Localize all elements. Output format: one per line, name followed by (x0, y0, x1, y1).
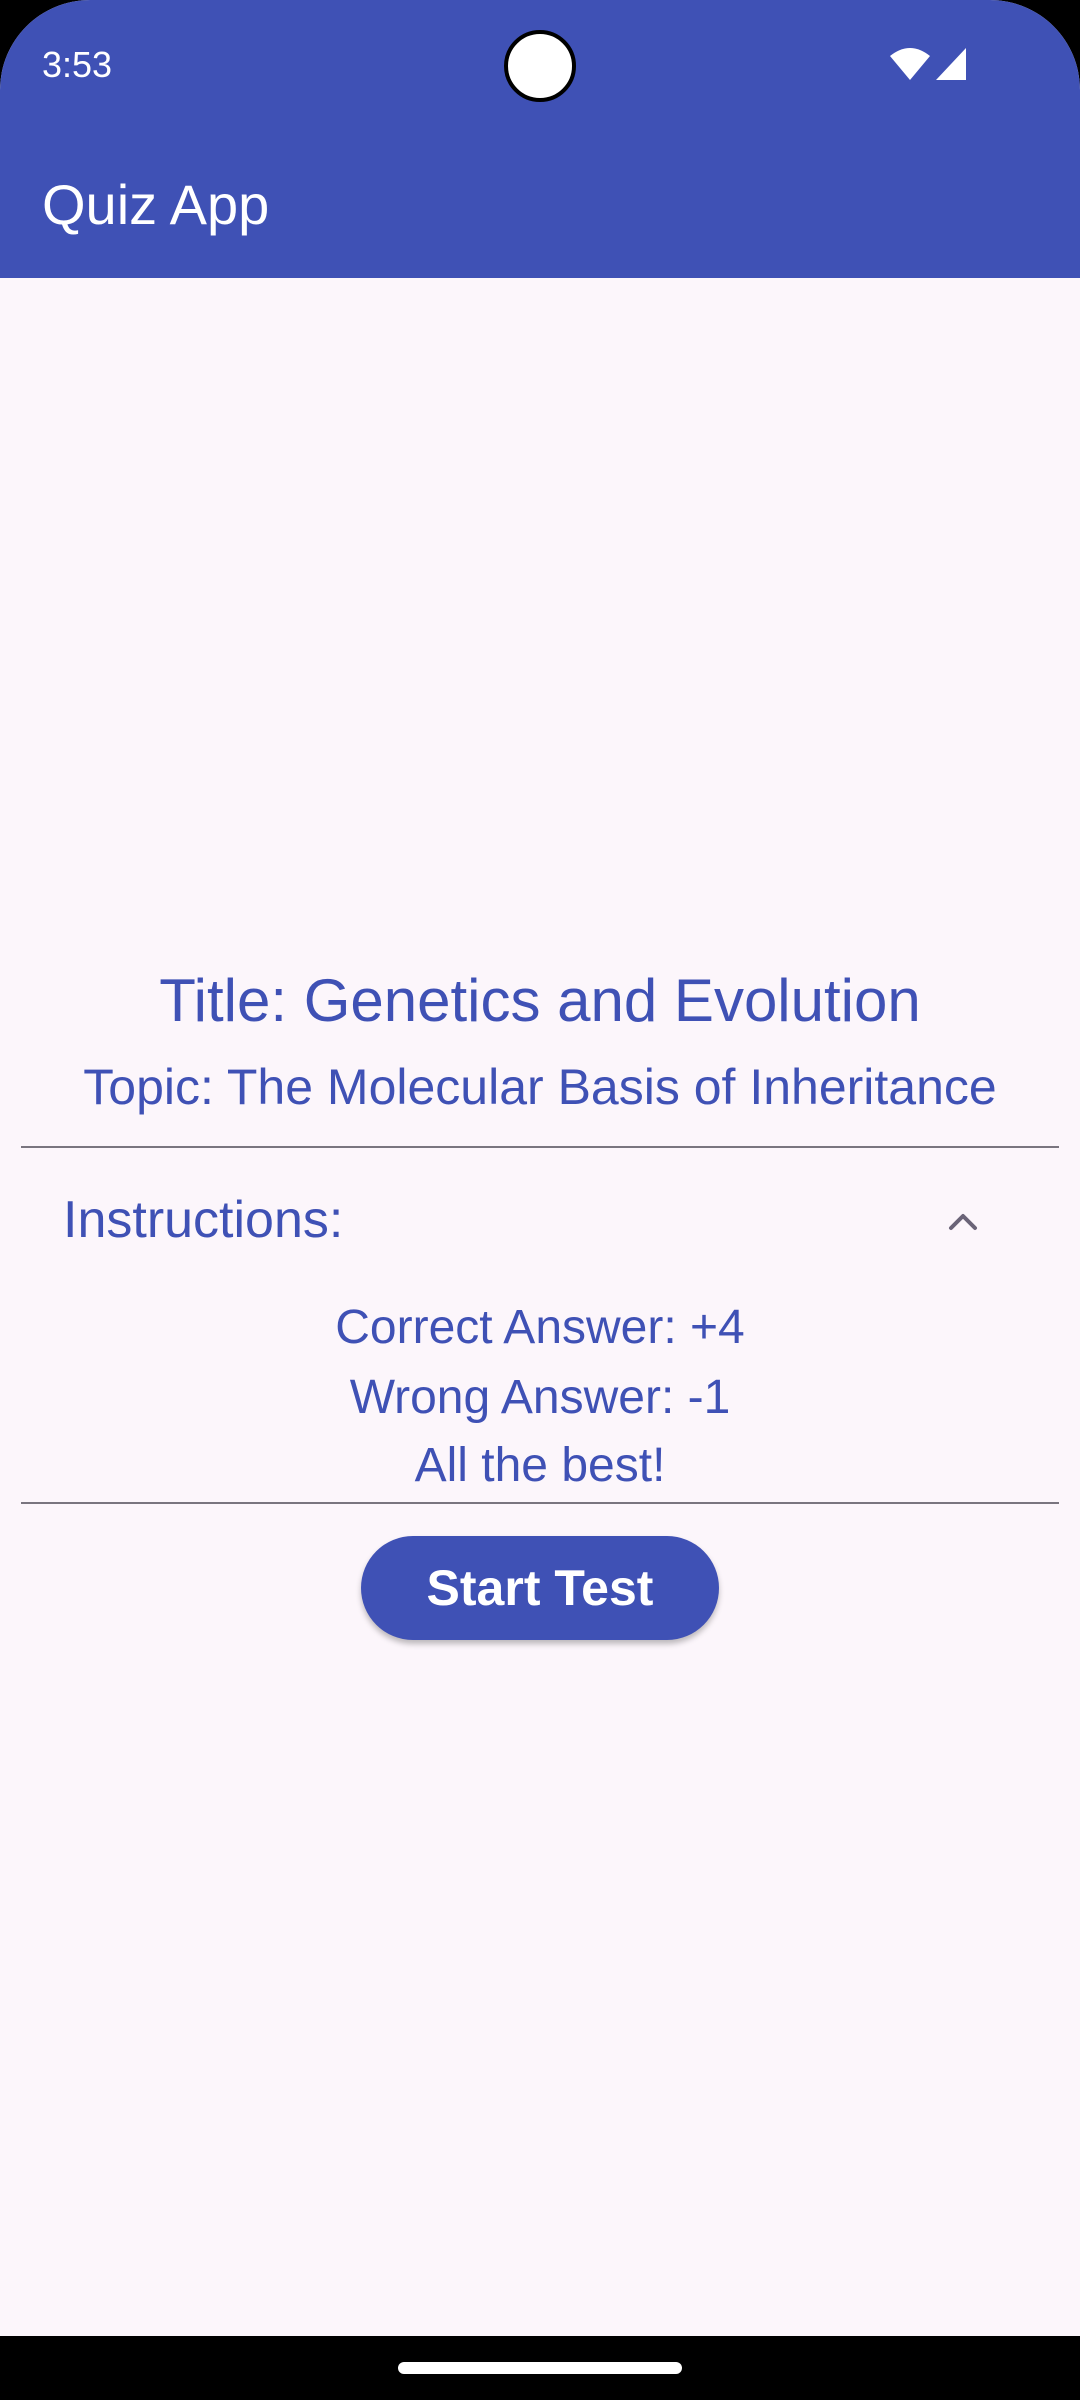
navigation-bar (0, 2336, 1080, 2400)
quiz-topic: Topic: The Molecular Basis of Inheritanc… (83, 1059, 997, 1115)
screen: 3:53 Quiz App Title: Genetics and Evolut… (0, 0, 1080, 2400)
instructions-expander[interactable]: Instructions: (21, 1160, 1059, 1284)
wifi-icon (890, 48, 930, 80)
instruction-good-luck: All the best! (414, 1439, 666, 1492)
instruction-wrong-answer: Wrong Answer: -1 (349, 1371, 731, 1424)
instructions-label: Instructions: (63, 1191, 344, 1249)
signal-icon (936, 48, 966, 80)
home-indicator[interactable] (398, 2362, 682, 2374)
chevron-up-icon[interactable] (939, 1198, 987, 1246)
status-bar: 3:53 (0, 0, 1080, 136)
quiz-title: Title: Genetics and Evolution (159, 967, 921, 1034)
instruction-correct-answer: Correct Answer: +4 (335, 1301, 745, 1354)
camera-cutout (504, 30, 576, 102)
instructions-divider-bottom (21, 1502, 1059, 1504)
instructions-divider-top (21, 1146, 1059, 1148)
start-test-button[interactable]: Start Test (361, 1536, 719, 1640)
app-title: Quiz App (42, 173, 270, 236)
status-time: 3:53 (42, 44, 113, 85)
app-bar: Quiz App (0, 136, 1080, 278)
